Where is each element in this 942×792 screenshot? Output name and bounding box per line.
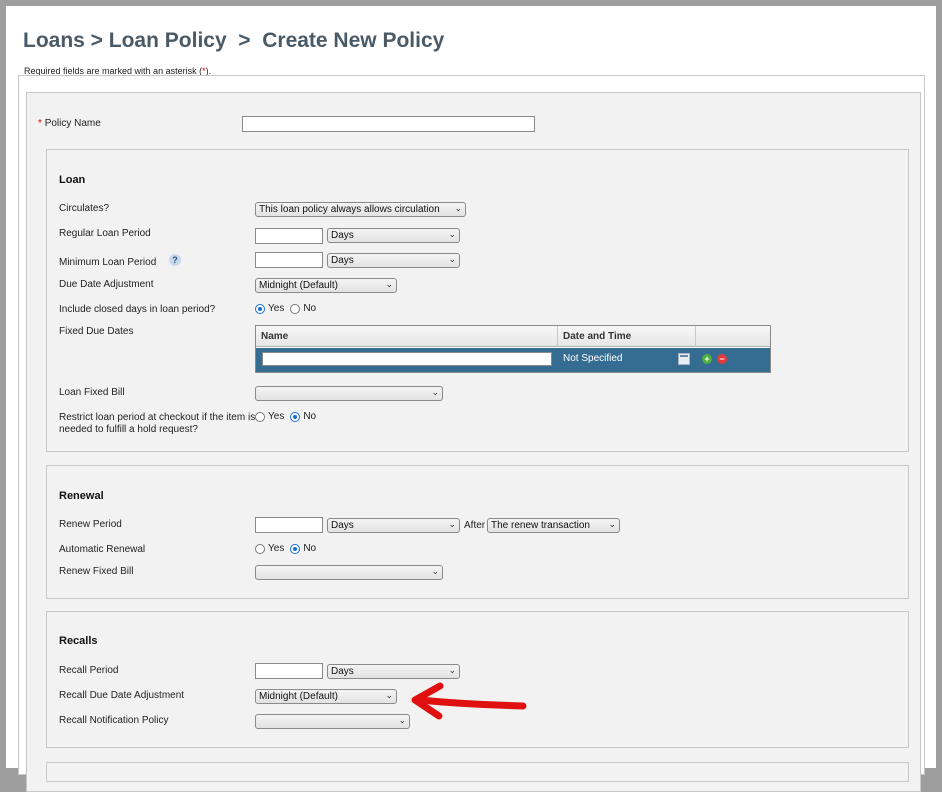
policy-name-label: Policy Name	[44, 118, 101, 129]
radio-yes-label: Yes	[268, 411, 285, 422]
help-icon[interactable]: ?	[169, 254, 181, 266]
fdd-col-datetime: Date and Time	[558, 326, 696, 347]
renew-fixed-bill-select[interactable]: ⌄	[255, 565, 443, 580]
restrict-loan-period-label: Restrict loan period at checkout if the …	[59, 412, 256, 435]
include-closed-days-label: Include closed days in loan period?	[59, 304, 216, 315]
recall-period-input[interactable]	[255, 663, 323, 679]
page-title: Loans > Loan Policy > Create New Policy	[23, 29, 445, 52]
radio-yes-label: Yes	[268, 543, 285, 554]
renew-fixed-bill-label: Renew Fixed Bill	[59, 566, 134, 577]
fdd-datetime-value: Not Specified	[563, 353, 623, 364]
chevron-down-icon: ⌄	[431, 566, 439, 576]
renewal-section-title: Renewal	[59, 490, 104, 502]
chevron-down-icon: ⌄	[385, 690, 393, 700]
due-date-adjustment-select[interactable]: Midnight (Default) ⌄	[255, 278, 397, 293]
regular-loan-period-input[interactable]	[255, 228, 323, 244]
fixed-due-dates-table: Name Date and Time Not Specified + −	[255, 325, 771, 373]
radio-no-label: No	[303, 411, 317, 422]
due-date-adjustment-value: Midnight (Default)	[259, 280, 338, 291]
radio-yes[interactable]	[255, 543, 265, 554]
chevron-down-icon: ⌄	[448, 519, 456, 529]
required-star-policy: *	[38, 118, 42, 129]
chevron-down-icon: ⌄	[431, 387, 439, 397]
renew-after-value: The renew transaction	[491, 520, 590, 531]
loan-fixed-bill-select[interactable]: ⌄	[255, 386, 443, 401]
radio-yes-label: Yes	[268, 303, 285, 314]
include-closed-days-radio-group: Yes No	[255, 303, 322, 314]
chevron-down-icon: ⌄	[448, 665, 456, 675]
regular-loan-period-unit-select[interactable]: Days ⌄	[327, 228, 460, 243]
chevron-down-icon: ⌄	[448, 254, 456, 264]
renew-after-select[interactable]: The renew transaction ⌄	[487, 518, 620, 533]
fdd-col-name: Name	[256, 326, 558, 347]
regular-loan-period-unit: Days	[331, 230, 354, 241]
fixed-due-dates-header: Name Date and Time	[256, 326, 770, 347]
circulates-select[interactable]: This loan policy always allows circulati…	[255, 202, 466, 217]
radio-no[interactable]	[290, 303, 301, 314]
auto-renewal-yes-option[interactable]: Yes	[255, 543, 284, 554]
due-date-adjustment-label: Due Date Adjustment	[59, 279, 154, 290]
remove-icon[interactable]: −	[717, 354, 727, 364]
renew-period-label: Renew Period	[59, 519, 122, 530]
fixed-due-dates-label: Fixed Due Dates	[59, 326, 134, 337]
circulates-label: Circulates?	[59, 203, 110, 214]
chevron-down-icon: ⌄	[608, 519, 616, 529]
chevron-down-icon: ⌄	[385, 279, 393, 289]
radio-no-selected[interactable]	[290, 543, 301, 554]
next-section-partial	[46, 762, 909, 782]
recall-period-unit-select[interactable]: Days ⌄	[327, 664, 460, 679]
restrict-yes-option[interactable]: Yes	[255, 411, 284, 422]
renew-period-unit-select[interactable]: Days ⌄	[327, 518, 460, 533]
recalls-section-title: Recalls	[59, 635, 98, 647]
recall-notification-policy-label: Recall Notification Policy	[59, 715, 169, 726]
renew-period-unit: Days	[331, 520, 354, 531]
recall-period-unit: Days	[331, 666, 354, 677]
restrict-no-option[interactable]: No	[290, 411, 316, 422]
auto-renewal-no-option[interactable]: No	[290, 543, 316, 554]
include-closed-yes-option[interactable]: Yes	[255, 303, 284, 314]
recall-due-date-adjustment-select[interactable]: Midnight (Default) ⌄	[255, 689, 397, 704]
loan-section-title: Loan	[59, 174, 86, 186]
minimum-loan-period-unit: Days	[331, 255, 354, 266]
chevron-down-icon: ⌄	[454, 203, 462, 213]
recall-due-date-adjustment-label: Recall Due Date Adjustment	[59, 690, 185, 701]
radio-no-label: No	[303, 543, 317, 554]
automatic-renewal-label: Automatic Renewal	[59, 544, 146, 555]
fdd-name-input[interactable]	[262, 352, 552, 366]
minimum-loan-period-input[interactable]	[255, 252, 323, 268]
restrict-loan-period-radio-group: Yes No	[255, 411, 322, 422]
circulates-value: This loan policy always allows circulati…	[259, 204, 440, 215]
fixed-due-date-row: Not Specified + −	[256, 348, 770, 372]
policy-name-input[interactable]	[242, 116, 535, 132]
policy-name-label-wrap: * Policy Name	[38, 118, 101, 129]
chevron-down-icon: ⌄	[448, 229, 456, 239]
radio-no-selected[interactable]	[290, 411, 301, 422]
add-icon[interactable]: +	[702, 354, 712, 364]
loan-section	[46, 149, 909, 452]
include-closed-no-option[interactable]: No	[290, 303, 316, 314]
renew-period-input[interactable]	[255, 517, 323, 533]
loan-fixed-bill-label: Loan Fixed Bill	[59, 387, 125, 398]
radio-yes-selected[interactable]	[255, 303, 265, 314]
radio-no-label: No	[303, 303, 317, 314]
annotation-arrow-icon	[411, 682, 527, 720]
recall-period-label: Recall Period	[59, 665, 119, 676]
renewal-section	[46, 465, 909, 599]
radio-yes[interactable]	[255, 411, 265, 422]
minimum-loan-period-label: Minimum Loan Period	[59, 257, 157, 268]
regular-loan-period-label: Regular Loan Period	[59, 228, 151, 239]
recall-notification-policy-select[interactable]: ⌄	[255, 714, 410, 729]
renew-after-label: After	[464, 520, 486, 531]
calendar-icon[interactable]	[678, 353, 690, 365]
recall-due-date-adjustment-value: Midnight (Default)	[259, 691, 338, 702]
minimum-loan-period-unit-select[interactable]: Days ⌄	[327, 253, 460, 268]
automatic-renewal-radio-group: Yes No	[255, 543, 322, 554]
